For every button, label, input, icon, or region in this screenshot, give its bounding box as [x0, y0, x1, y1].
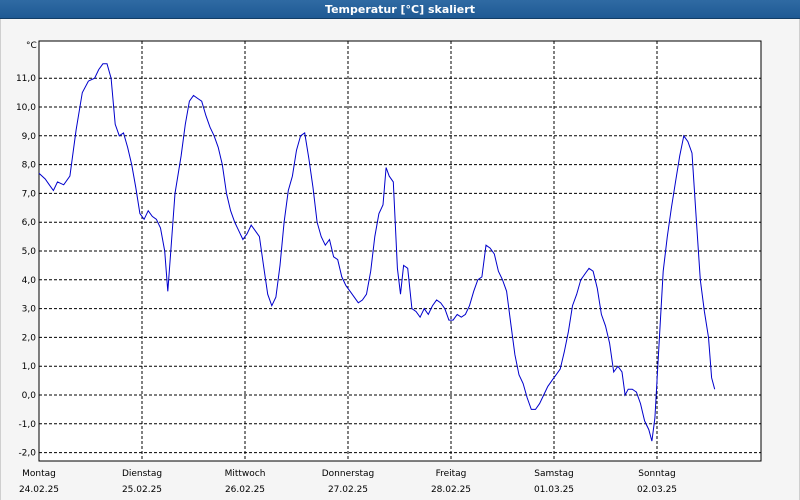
x-tick-date-label: 01.03.25 [534, 485, 574, 495]
y-tick-label: -2,0 [18, 449, 36, 459]
x-tick-date-label: 02.03.25 [637, 485, 677, 495]
y-tick-label: 10,0 [16, 103, 36, 113]
x-tick-date-label: 28.02.25 [431, 485, 471, 495]
x-tick-day-label: Montag [22, 469, 56, 479]
x-tick-day-label: Sonntag [638, 469, 675, 479]
x-tick-day-label: Mittwoch [225, 469, 266, 479]
y-tick-label: 8,0 [22, 161, 37, 171]
y-tick-label: 11,0 [16, 74, 36, 84]
y-tick-label: -1,0 [18, 420, 36, 430]
x-tick-date-label: 27.02.25 [328, 485, 368, 495]
y-tick-label: 4,0 [22, 276, 37, 286]
x-tick-date-label: 26.02.25 [225, 485, 265, 495]
y-tick-label: 1,0 [22, 362, 37, 372]
y-tick-label: 5,0 [22, 247, 37, 257]
x-tick-day-label: Samstag [534, 469, 573, 479]
y-tick-label: 7,0 [22, 189, 37, 199]
x-tick-date-label: 25.02.25 [122, 485, 162, 495]
x-tick-day-label: Freitag [436, 469, 467, 479]
y-tick-label: 9,0 [22, 132, 37, 142]
x-tick-day-label: Donnerstag [322, 469, 375, 479]
y-tick-label: 2,0 [22, 333, 37, 343]
x-tick-day-label: Dienstag [122, 469, 162, 479]
y-tick-label: 3,0 [22, 305, 37, 315]
temperature-chart: 11,0 10,0 9,0 8,0 7,0 6,0 5,0 4,0 3,0 2,0 1,0 0,0 -1… [16, 40, 762, 495]
y-unit-label: °C [26, 41, 37, 51]
y-tick-label: 6,0 [22, 218, 37, 228]
y-tick-label: 0,0 [22, 391, 37, 401]
x-tick-date-label: 24.02.25 [19, 485, 59, 495]
